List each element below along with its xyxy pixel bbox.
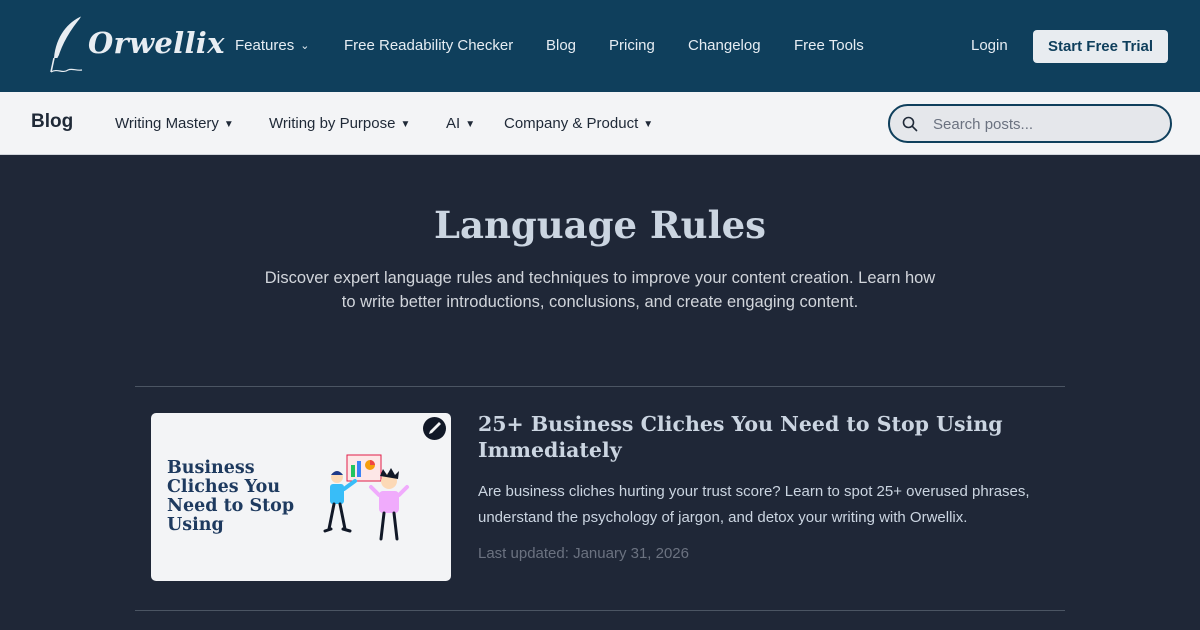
page-description: Discover expert language rules and techn… xyxy=(264,269,936,311)
quill-logo-icon xyxy=(50,15,83,73)
pen-badge xyxy=(423,417,446,440)
caret-down-icon: ▼ xyxy=(465,119,476,130)
category-company-product[interactable]: Company & Product ▼ xyxy=(504,115,653,132)
start-free-trial-button[interactable]: Start Free Trial xyxy=(1033,30,1168,63)
divider xyxy=(135,610,1065,611)
category-label: AI xyxy=(446,115,461,132)
category-writing-mastery[interactable]: Writing Mastery ▼ xyxy=(115,115,234,132)
nav-features[interactable]: Features ⌄ xyxy=(235,37,309,54)
caret-down-icon: ▼ xyxy=(400,119,411,130)
brand-name: Orwellix xyxy=(88,26,225,60)
post-title[interactable]: 25+ Business Cliches You Need to Stop Us… xyxy=(478,411,1038,463)
chevron-down-icon: ⌄ xyxy=(300,40,310,52)
thumbnail-caption: Business Cliches You Need to Stop Using xyxy=(167,458,295,535)
nav-pricing[interactable]: Pricing xyxy=(609,37,655,54)
caret-down-icon: ▼ xyxy=(643,119,654,130)
blog-subnav: Blog Writing Mastery ▼ Writing by Purpose… xyxy=(0,92,1200,155)
nav-changelog[interactable]: Changelog xyxy=(688,37,761,54)
top-navbar: Orwellix Features ⌄ Free Readability Chec… xyxy=(0,0,1200,92)
category-writing-by-purpose[interactable]: Writing by Purpose ▼ xyxy=(269,115,410,132)
pen-icon xyxy=(429,422,441,434)
category-label: Company & Product xyxy=(504,115,639,132)
nav-blog[interactable]: Blog xyxy=(546,37,576,54)
login-link[interactable]: Login xyxy=(971,37,1008,54)
category-ai[interactable]: AI ▼ xyxy=(446,115,475,132)
category-label: Writing by Purpose xyxy=(269,115,396,132)
divider xyxy=(135,386,1065,387)
search-box[interactable] xyxy=(888,104,1172,143)
category-label: Writing Mastery xyxy=(115,115,219,132)
search-icon xyxy=(902,116,918,132)
post-excerpt: Are business cliches hurting your trust … xyxy=(478,483,1030,526)
page-title: Language Rules xyxy=(433,203,766,247)
brand-logo[interactable]: Orwellix xyxy=(48,14,224,76)
business-people-illustration xyxy=(323,454,409,541)
search-input[interactable] xyxy=(933,114,1158,134)
post-date: Last updated: January 31, 2026 xyxy=(478,545,689,562)
nav-features-label: Features xyxy=(235,37,295,54)
caret-down-icon: ▼ xyxy=(223,119,234,130)
nav-free-tools[interactable]: Free Tools xyxy=(794,37,864,54)
post-thumbnail[interactable]: Business Cliches You Need to Stop Using xyxy=(151,413,451,581)
nav-readability-checker[interactable]: Free Readability Checker xyxy=(344,37,513,54)
blog-title[interactable]: Blog xyxy=(31,111,73,133)
